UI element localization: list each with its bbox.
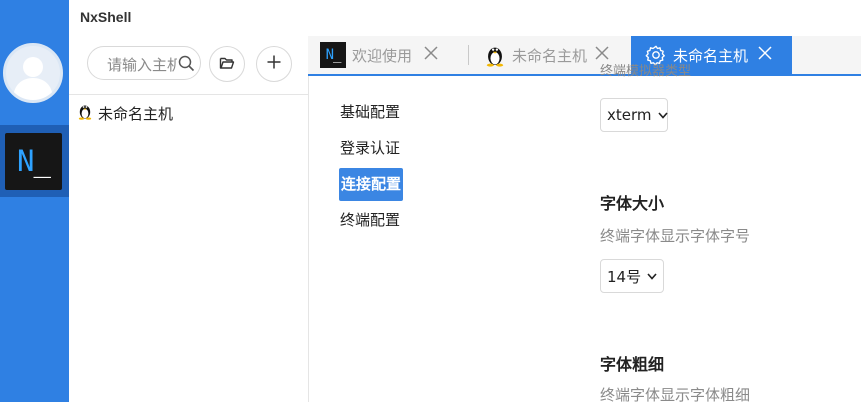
close-icon[interactable] (758, 46, 772, 64)
font-size-value: 14号 (607, 267, 642, 286)
host-item-label: 未命名主机 (98, 104, 174, 123)
host-search-input[interactable]: 请输入主机 (87, 46, 201, 80)
app-title: NxShell (80, 9, 132, 25)
user-avatar-icon[interactable] (3, 43, 63, 103)
linux-tux-icon (484, 43, 506, 67)
plus-icon (266, 54, 282, 74)
terminal-type-value: xterm (607, 106, 652, 124)
search-placeholder: 请输入主机 (107, 56, 177, 74)
terminal-type-select[interactable]: xterm (600, 98, 668, 132)
nav-basic-config[interactable]: 基础配置 (339, 97, 401, 127)
logo-letter: N (17, 144, 34, 178)
tab-label: 欢迎使用 (352, 46, 413, 65)
tab-separator (468, 45, 469, 65)
chevron-down-icon (657, 111, 668, 119)
nav-login-auth[interactable]: 登录认证 (339, 133, 401, 163)
linux-tux-icon (77, 102, 93, 124)
host-panel (69, 36, 309, 402)
chevron-down-icon (647, 272, 657, 280)
open-folder-button[interactable] (209, 46, 245, 82)
nxshell-logo-icon: N_ (320, 42, 346, 68)
tab-host[interactable]: 未命名主机 (484, 36, 609, 74)
close-icon[interactable] (595, 46, 609, 64)
nav-connection-config[interactable]: 连接配置 (339, 168, 404, 201)
search-icon[interactable] (178, 55, 195, 76)
logo-cursor: _ (33, 144, 51, 178)
tab-bar-underline (308, 74, 861, 76)
gear-icon (645, 44, 667, 66)
terminal-type-desc: 终端模拟器类型 (600, 64, 692, 77)
font-size-title: 字体大小 (600, 194, 665, 213)
tab-label: 未命名主机 (512, 46, 588, 65)
font-weight-title: 字体粗细 (600, 355, 665, 374)
close-icon[interactable] (424, 46, 438, 64)
host-panel-divider (69, 94, 308, 95)
nav-terminal-config[interactable]: 终端配置 (339, 205, 401, 235)
nxshell-logo-icon[interactable]: N_ (5, 133, 62, 190)
tab-label: 未命名主机 (673, 46, 749, 65)
host-list-item[interactable]: 未命名主机 (77, 102, 173, 124)
folder-icon (219, 55, 235, 74)
add-host-button[interactable] (256, 46, 292, 82)
font-size-select[interactable]: 14号 (600, 259, 664, 293)
font-size-desc: 终端字体显示字体字号 (600, 227, 751, 245)
tab-welcome[interactable]: N_ 欢迎使用 (320, 36, 438, 74)
